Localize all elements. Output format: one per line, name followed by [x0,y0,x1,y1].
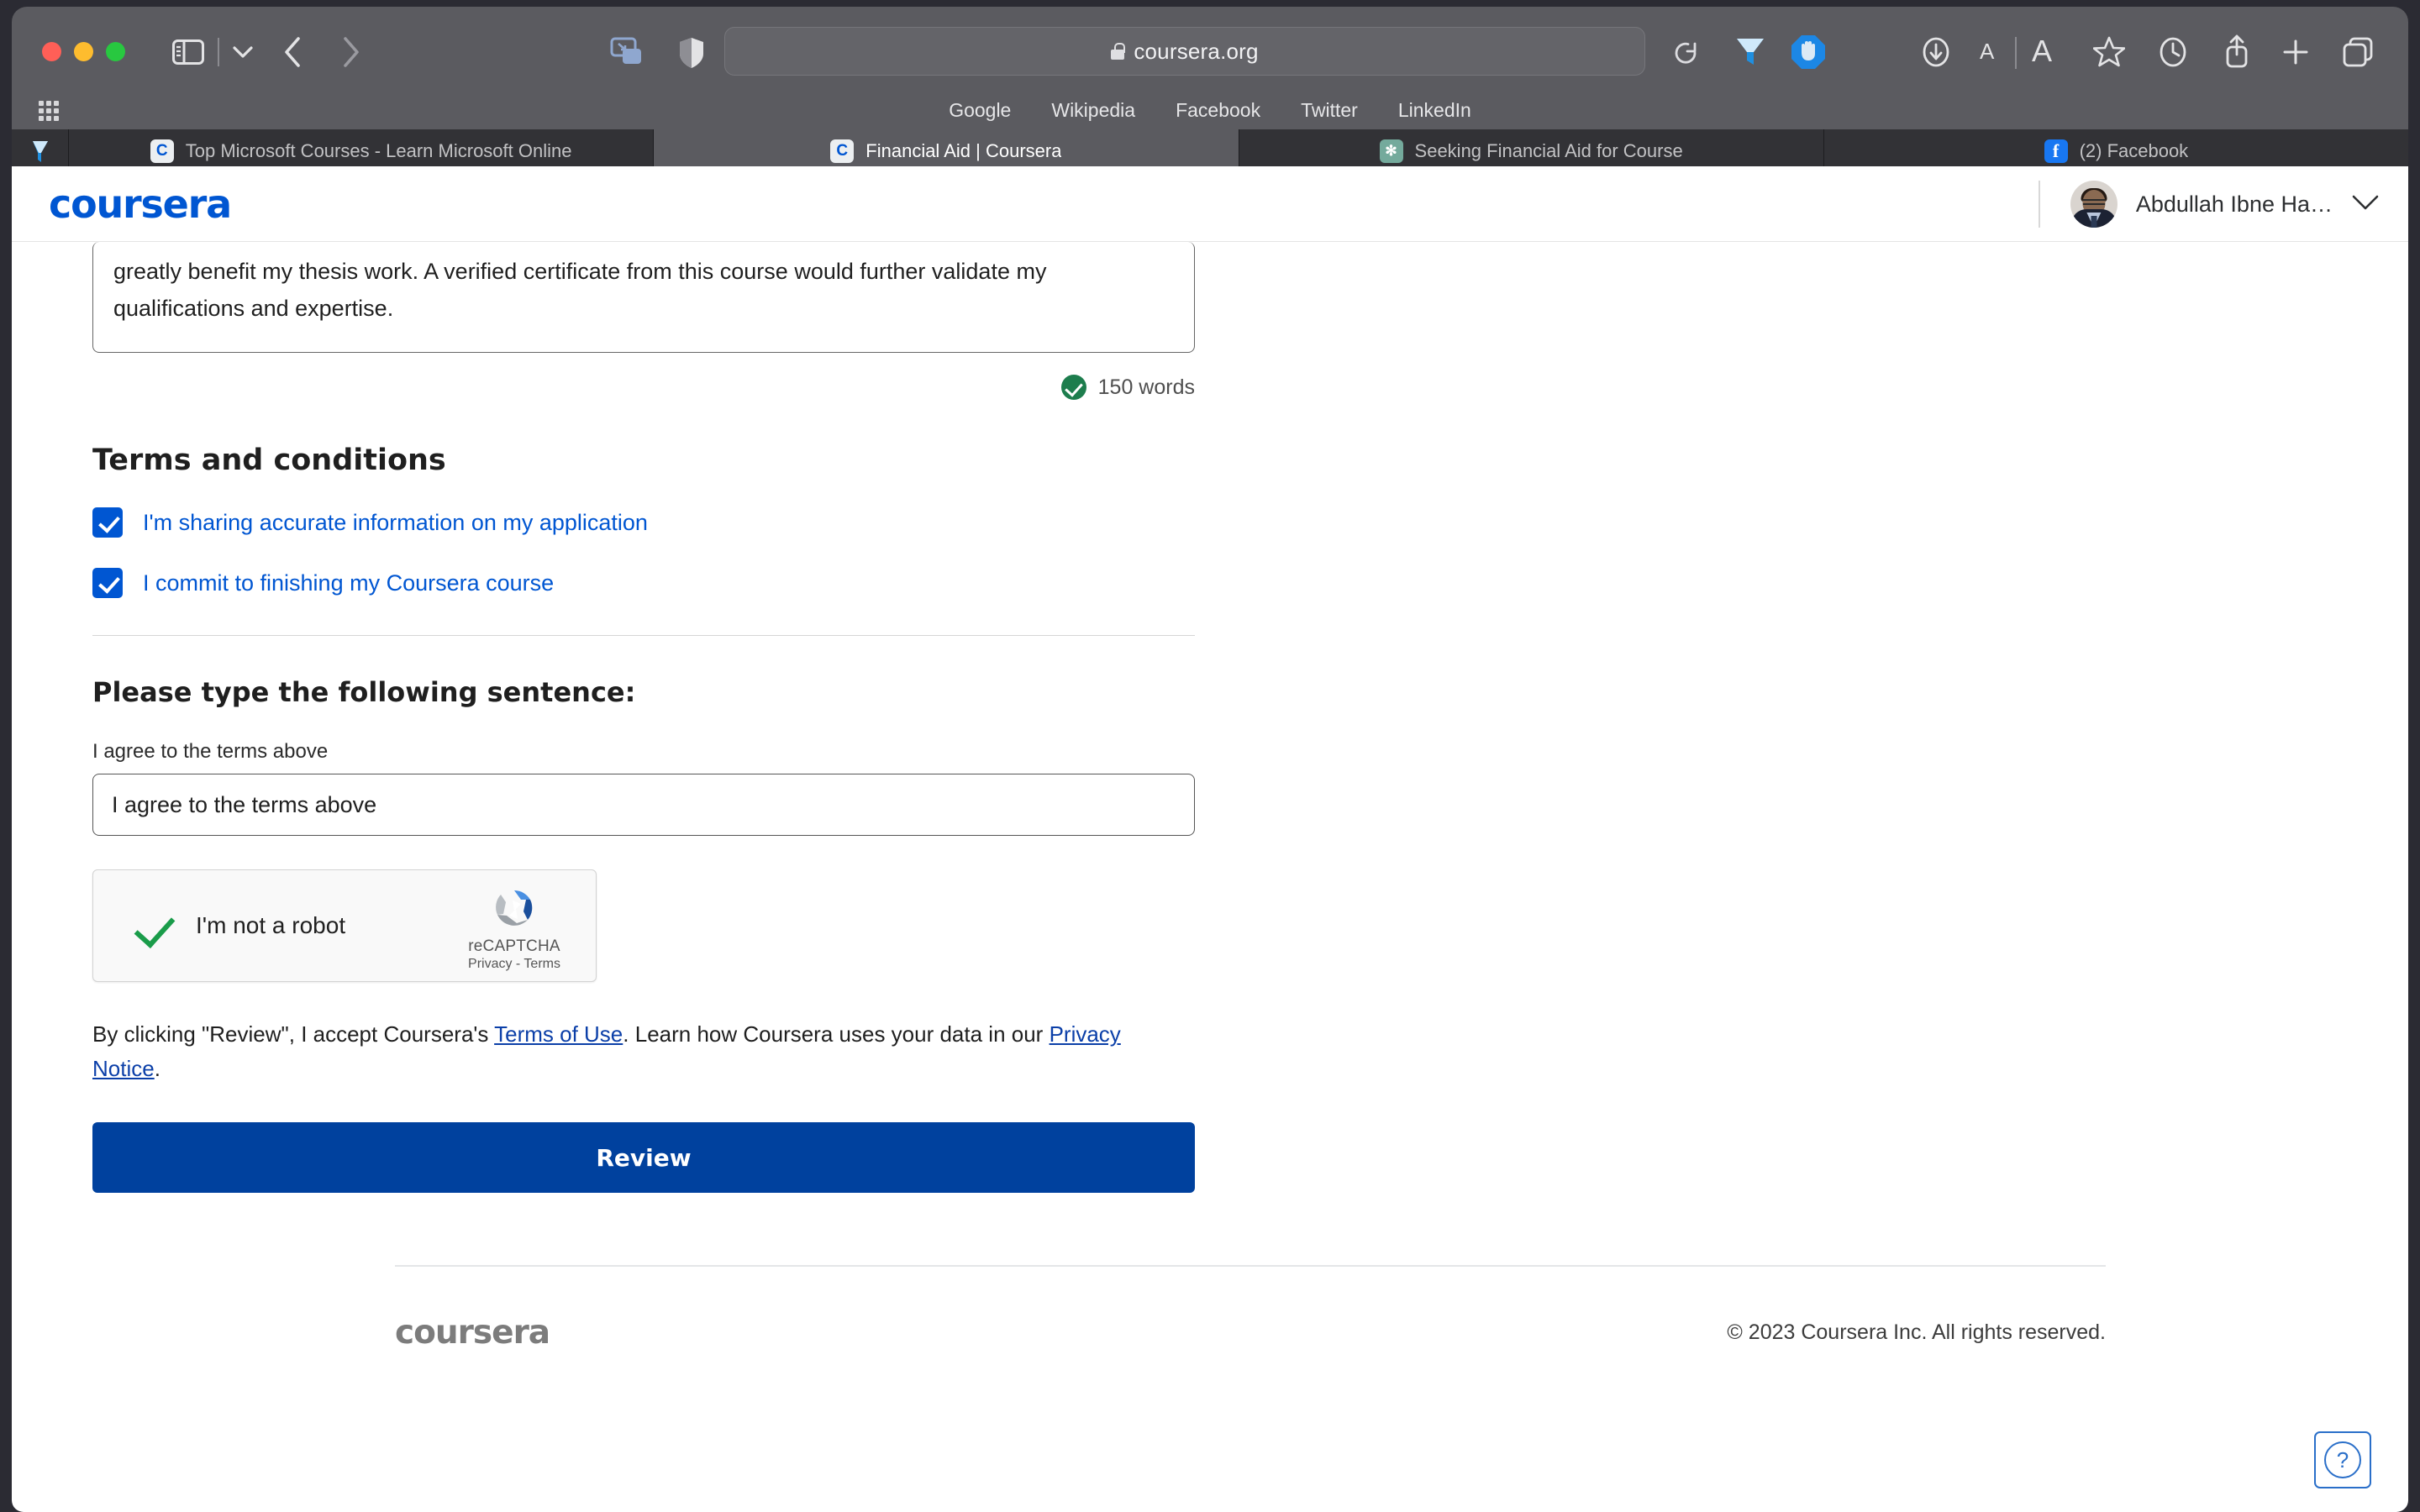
coursera-favicon-icon: C [150,139,174,163]
window-controls[interactable] [42,42,125,61]
page-viewport: coursera Abdullah Ibne Ha… greatly benef… [12,166,2408,1512]
lock-icon [1111,43,1125,60]
terms-and-conditions-title: Terms and conditions [92,444,446,478]
recaptcha-logo-icon [487,882,541,936]
tab-group-icon[interactable] [2341,35,2375,69]
terms-checkbox-accurate-info[interactable]: I'm sharing accurate information on my a… [92,507,1195,538]
facebook-favicon-icon: f [2044,139,2068,163]
tab-title: Top Microsoft Courses - Learn Microsoft … [185,140,572,161]
funnel-extension-icon[interactable] [1733,34,1768,71]
essay-textarea[interactable]: greatly benefit my thesis work. A verifi… [92,242,1195,354]
recaptcha-links[interactable]: Privacy - Terms [451,957,577,972]
url-text: coursera.org [1134,38,1259,64]
header-divider [2039,181,2040,228]
user-name: Abdullah Ibne Ha… [2135,191,2333,217]
recaptcha-checkbox-checked-icon[interactable] [132,904,176,948]
address-bar[interactable]: coursera.org [724,27,1645,76]
history-clock-icon[interactable] [2156,35,2190,69]
chevron-down-icon[interactable] [2351,193,2380,216]
legal-text: By clicking "Review", I accept Coursera'… [92,1017,1193,1085]
downloads-icon[interactable] [1919,35,1953,69]
back-arrow-icon[interactable] [277,35,309,69]
font-larger-icon[interactable]: A [2032,34,2052,69]
font-smaller-icon[interactable]: A [1980,39,1994,65]
shield-icon[interactable] [676,35,708,71]
type-sentence-title: Please type the following sentence: [92,676,636,709]
coursera-site-header: coursera Abdullah Ibne Ha… [12,166,2408,242]
avatar [2070,181,2118,228]
recaptcha-branding: reCAPTCHA Privacy - Terms [451,882,577,972]
checkbox-label[interactable]: I'm sharing accurate information on my a… [143,510,648,536]
checkbox-checked-icon[interactable] [92,507,123,538]
sentence-input[interactable] [92,774,1195,837]
adblock-extension-icon[interactable] [1790,34,1827,71]
recaptcha-brand-name: reCAPTCHA [468,937,560,956]
terms-checkbox-commit-finish[interactable]: I commit to finishing my Coursera course [92,568,1195,599]
bookmark-google[interactable]: Google [949,99,1011,122]
page-footer: coursera © 2023 Coursera Inc. All rights… [395,1265,2106,1352]
share-icon[interactable] [2220,34,2254,69]
legal-suffix: . [154,1055,160,1081]
essay-text: greatly benefit my thesis work. A verifi… [113,259,1047,321]
word-count-status: 150 words [92,375,1195,401]
recaptcha-label: I'm not a robot [196,912,346,939]
bookmark-linkedin[interactable]: LinkedIn [1398,99,1471,122]
header-user-menu[interactable]: Abdullah Ibne Ha… [2039,166,2380,242]
checkbox-label[interactable]: I commit to finishing my Coursera course [143,570,554,596]
footer-copyright: © 2023 Coursera Inc. All rights reserved… [1727,1320,2106,1345]
help-button[interactable]: ? [2314,1431,2371,1488]
question-mark-icon: ? [2324,1441,2361,1478]
bookmark-twitter[interactable]: Twitter [1301,99,1358,122]
forward-arrow-icon[interactable] [334,35,366,69]
tab-overview-icon[interactable] [610,37,647,67]
openai-favicon-icon: ✻ [1379,139,1403,163]
bookmark-facebook[interactable]: Facebook [1176,99,1260,122]
close-window-button[interactable] [42,42,61,61]
section-divider [92,635,1195,637]
application-form: greatly benefit my thesis work. A verifi… [12,242,2408,1352]
tab-title: Seeking Financial Aid for Course [1414,140,1683,161]
legal-middle: . Learn how Coursera uses your data in o… [623,1021,1050,1047]
toolbar-divider [218,38,219,66]
minimize-window-button[interactable] [74,42,93,61]
bookmark-wikipedia[interactable]: Wikipedia [1051,99,1135,122]
reload-icon[interactable] [1670,39,1701,67]
word-count-text: 150 words [1097,375,1195,399]
sidebar-toggle-icon[interactable] [171,39,205,66]
bookmarks-bar: Google Wikipedia Facebook Twitter Linked… [12,91,2408,129]
maximize-window-button[interactable] [106,42,125,61]
browser-window: coursera.org A A Google Wikipedia Facebo… [0,0,2420,1512]
footer-coursera-logo: coursera [395,1314,550,1352]
bookmark-star-icon[interactable] [2092,35,2126,69]
check-circle-icon [1060,375,1086,401]
browser-chrome: coursera.org A A Google Wikipedia Facebo… [12,7,2408,173]
coursera-logo[interactable]: coursera [49,181,232,227]
recaptcha-widget[interactable]: I'm not a robot reCAPTCHA Privacy - Term… [92,869,597,983]
sentence-field-label: I agree to the terms above [92,740,329,764]
checkbox-checked-icon[interactable] [92,568,123,599]
new-tab-icon[interactable] [2281,37,2311,67]
review-submit-button[interactable]: Review [92,1122,1195,1194]
coursera-favicon-icon: C [830,139,855,163]
legal-prefix: By clicking "Review", I accept Coursera'… [92,1021,495,1047]
browser-toolbar: coursera.org A A [12,7,2408,94]
tab-title: (2) Facebook [2079,140,2189,161]
chevron-down-icon[interactable] [229,40,257,64]
terms-of-use-link[interactable]: Terms of Use [494,1021,623,1047]
tab-title: Financial Aid | Coursera [865,140,1062,161]
toolbar-divider-2 [2015,37,2017,69]
